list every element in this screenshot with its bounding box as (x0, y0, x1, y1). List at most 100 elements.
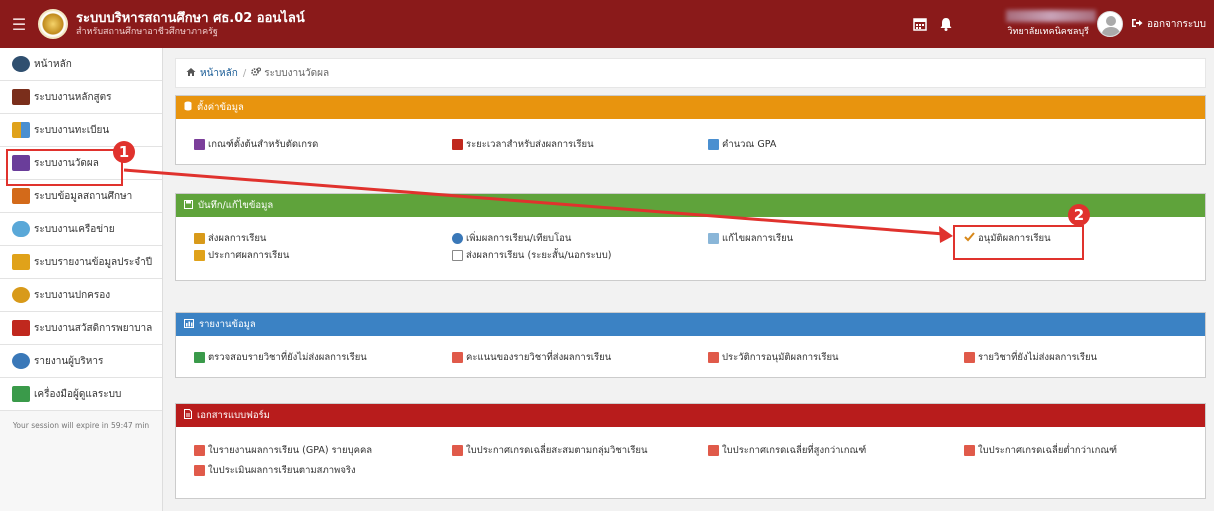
sidebar-item-label: ระบบงานเครือข่าย (34, 223, 115, 235)
submitted-scores-link[interactable]: คะแนนของรายวิชาที่ส่งผลการเรียน (452, 350, 611, 365)
gpa-above-criteria-link[interactable]: ใบประกาศเกรดเฉลี่ยที่สูงกว่าเกณฑ์ (708, 443, 866, 458)
panel-item-label: ประกาศผลการเรียน (208, 250, 290, 261)
add-grades-transfer-link[interactable]: เพิ่มผลการเรียน/เทียบโอน (452, 231, 571, 246)
cumulative-gpa-by-group-link[interactable]: ใบประกาศเกรดเฉลี่ยสะสมตามกลุ่มวิชาเรียน (452, 443, 648, 458)
sidebar-item-label: รายงานผู้บริหาร (34, 355, 104, 367)
manager-icon (12, 353, 30, 369)
panel-item-label: ระยะเวลาสำหรับส่งผลการเรียน (466, 139, 594, 150)
step-1-callout: 1 (113, 141, 135, 163)
sidebar-item-annual-report[interactable]: ระบบรายงานข้อมูลประจำปี (0, 246, 162, 279)
sidebar-item-executive-report[interactable]: รายงานผู้บริหาร (0, 345, 162, 378)
pdf-icon (194, 445, 205, 456)
panel-item-label: ส่งผลการเรียน (208, 233, 267, 244)
report-panel-title: รายงานข้อมูล (199, 319, 256, 330)
check-unsubmitted-subjects-link[interactable]: ตรวจสอบรายวิชาที่ยังไม่ส่งผลการเรียน (194, 350, 367, 365)
user-add-icon (452, 233, 463, 244)
grade-criteria-link[interactable]: เกณฑ์ตั้งต้นสำหรับตัดเกรด (194, 137, 318, 152)
announce-grades-link[interactable]: ประกาศผลการเรียน (194, 248, 289, 263)
approval-history-link[interactable]: ประวัติการอนุมัติผลการเรียน (708, 350, 839, 365)
unsubmitted-subjects-link[interactable]: รายวิชาที่ยังไม่ส่งผลการเรียน (964, 350, 1097, 365)
sidebar-item-admin-tools[interactable]: เครื่องมือผู้ดูแลระบบ (0, 378, 162, 411)
document-icon (452, 250, 463, 261)
sidebar-item-label: เครื่องมือผู้ดูแลระบบ (34, 388, 122, 400)
submit-period-link[interactable]: ระยะเวลาสำหรับส่งผลการเรียน (452, 137, 594, 152)
sidebar-item-registration[interactable]: ระบบงานทะเบียน (0, 114, 162, 147)
sidebar-item-home[interactable]: หน้าหลัก (0, 48, 162, 81)
calculate-gpa-link[interactable]: คำนวณ GPA (708, 137, 776, 152)
edit-grades-link[interactable]: แก้ไขผลการเรียน (708, 231, 793, 246)
announcement-icon (194, 250, 205, 261)
book-icon (12, 89, 30, 105)
panel-item-label: ใบประกาศเกรดเฉลี่ยสะสมตามกลุ่มวิชาเรียน (466, 445, 648, 456)
person-icon (12, 287, 30, 303)
panel-item-label: คะแนนของรายวิชาที่ส่งผลการเรียน (466, 352, 612, 363)
gpa-below-criteria-link[interactable]: ใบประกาศเกรดเฉลี่ยต่ำกว่าเกณฑ์ (964, 443, 1117, 458)
institution-logo (38, 9, 68, 39)
sidebar-item-label: ระบบงานปกครอง (34, 289, 111, 301)
logout-button[interactable]: ออกจากระบบ (1131, 17, 1206, 32)
highlight-box-evaluation (6, 149, 123, 186)
breadcrumb: หน้าหลัก / ระบบงานวัดผล (175, 58, 1206, 88)
app-brand: ระบบบริหารสถานศึกษา ศธ.02 ออนไลน์ สำหรับ… (76, 11, 305, 38)
individual-gpa-report-link[interactable]: ใบรายงานผลการเรียน (GPA) รายบุคคล (194, 443, 372, 458)
sidebar-item-discipline[interactable]: ระบบงานปกครอง (0, 279, 162, 312)
record-panel-header: บันทึก/แก้ไขข้อมูล (176, 194, 1205, 217)
sidebar-item-label: หน้าหลัก (34, 58, 72, 70)
panel-item-label: รายวิชาที่ยังไม่ส่งผลการเรียน (978, 352, 1098, 363)
submit-short-course-grades-link[interactable]: ส่งผลการเรียน (ระยะสั้น/นอกระบบ) (452, 248, 611, 263)
sidebar-item-label: ระบบงานทะเบียน (34, 124, 110, 136)
forms-panel: เอกสารแบบฟอร์ม ใบรายงานผลการเรียน (GPA) … (175, 403, 1206, 499)
breadcrumb-home-link[interactable]: หน้าหลัก (200, 66, 238, 81)
save-icon (184, 199, 193, 212)
admin-tools-icon (12, 386, 30, 402)
logout-label: ออกจากระบบ (1146, 18, 1206, 30)
calendar-icon[interactable] (911, 15, 929, 33)
submit-grades-link[interactable]: ส่งผลการเรียน (194, 231, 266, 246)
forms-panel-header: เอกสารแบบฟอร์ม (176, 404, 1205, 427)
report-icon (194, 352, 205, 363)
authentic-assessment-form-link[interactable]: ใบประเมินผลการเรียนตามสภาพจริง (194, 463, 356, 478)
panel-item-label: แก้ไขผลการเรียน (722, 233, 794, 244)
highlight-box-approve (953, 225, 1084, 260)
report-icon (12, 254, 30, 270)
pdf-icon (708, 445, 719, 456)
app-subtitle: สำหรับสถานศึกษาอาชีวศึกษาภาครัฐ (76, 26, 218, 37)
pdf-icon (194, 465, 205, 476)
breadcrumb-separator: / (242, 67, 247, 79)
panel-item-label: คำนวณ GPA (722, 139, 777, 150)
report-panel: รายงานข้อมูล ตรวจสอบรายวิชาที่ยังไม่ส่งผ… (175, 312, 1206, 378)
sidebar-item-network[interactable]: ระบบงานเครือข่าย (0, 213, 162, 246)
panel-item-label: ตรวจสอบรายวิชาที่ยังไม่ส่งผลการเรียน (208, 352, 367, 363)
panel-item-label: เกณฑ์ตั้งต้นสำหรับตัดเกรด (208, 139, 319, 150)
cloud-icon (12, 221, 30, 237)
database-icon (184, 101, 192, 114)
user-avatar[interactable] (1096, 11, 1123, 37)
sign-out-icon (1131, 17, 1143, 32)
main-content: หน้าหลัก / ระบบงานวัดผล ตั้งค่าข้อมูล เก… (163, 48, 1214, 511)
sidebar-item-label: ระบบรายงานข้อมูลประจำปี (34, 256, 153, 268)
sidebar-item-label: ระบบข้อมูลสถานศึกษา (34, 190, 133, 202)
panel-item-label: ประวัติการอนุมัติผลการเรียน (722, 352, 839, 363)
school-icon (12, 188, 30, 204)
bar-chart-icon (184, 318, 194, 331)
home-icon (186, 67, 196, 80)
monitor-icon (708, 139, 719, 150)
top-navbar: ☰ ระบบบริหารสถานศึกษา ศธ.02 ออนไลน์ สำหร… (0, 0, 1214, 48)
panel-item-label: ใบรายงานผลการเรียน (GPA) รายบุคคล (208, 445, 373, 456)
dashboard-icon (12, 56, 30, 72)
sidebar-item-label: ระบบงานหลักสูตร (34, 91, 112, 103)
college-name: วิทยาลัยเทคนิคชลบุรี (1007, 27, 1089, 37)
window-icon (708, 233, 719, 244)
certificate-icon (194, 233, 205, 244)
settings-panel: ตั้งค่าข้อมูล เกณฑ์ตั้งต้นสำหรับตัดเกรด … (175, 95, 1206, 165)
pdf-icon (452, 445, 463, 456)
breadcrumb-current: ระบบงานวัดผล (264, 67, 330, 79)
sidebar-item-welfare[interactable]: ระบบงานสวัสดิการพยาบาล (0, 312, 162, 345)
pdf-icon (708, 352, 719, 363)
hamburger-menu-icon[interactable]: ☰ (0, 15, 38, 34)
sidebar-item-curriculum[interactable]: ระบบงานหลักสูตร (0, 81, 162, 114)
first-aid-icon (12, 320, 30, 336)
forms-panel-title: เอกสารแบบฟอร์ม (197, 410, 270, 421)
pdf-icon (452, 352, 463, 363)
bell-icon[interactable] (937, 15, 955, 33)
